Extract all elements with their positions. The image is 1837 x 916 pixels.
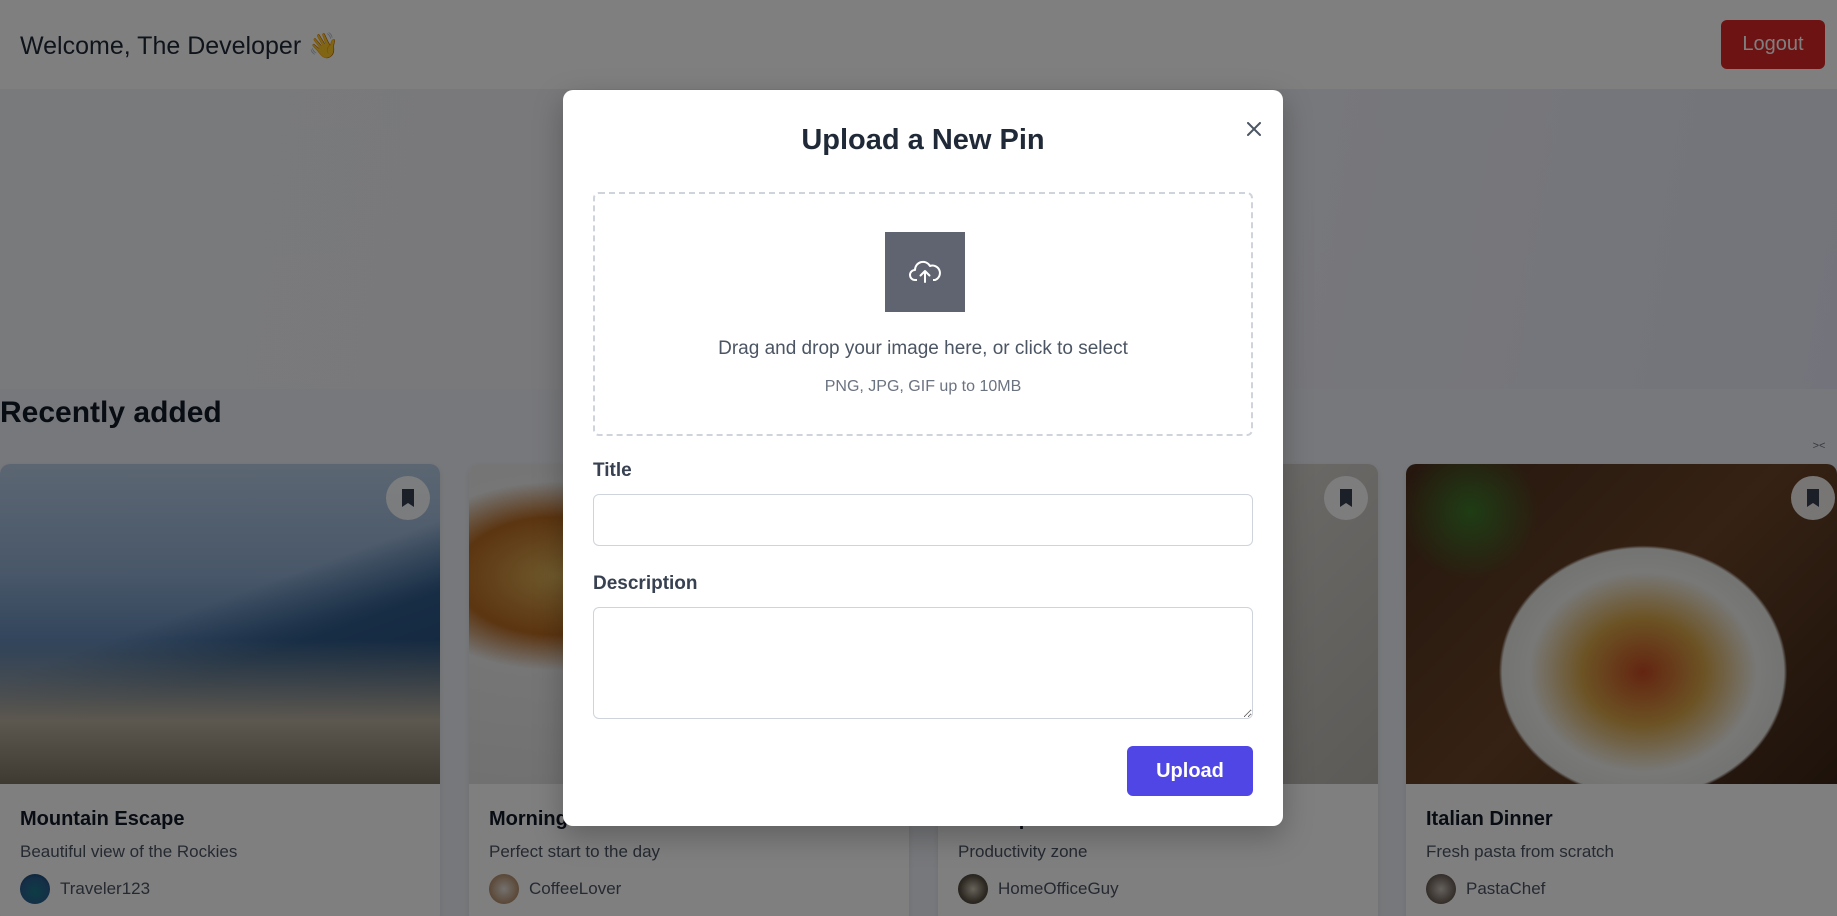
cloud-upload-icon: [909, 260, 941, 283]
image-dropzone[interactable]: Drag and drop your image here, or click …: [593, 192, 1253, 436]
upload-pin-modal: Upload a New Pin Drag and drop your imag…: [563, 90, 1283, 826]
dropzone-instructions: Drag and drop your image here, or click …: [718, 338, 1128, 359]
dropzone-file-hint: PNG, JPG, GIF up to 10MB: [824, 378, 1022, 395]
modal-title: Upload a New Pin: [801, 124, 1045, 156]
close-modal-button[interactable]: [1241, 116, 1267, 142]
description-label: Description: [593, 573, 698, 594]
title-input[interactable]: [593, 494, 1253, 546]
description-input[interactable]: [593, 607, 1253, 719]
upload-button[interactable]: Upload: [1127, 746, 1253, 796]
close-icon: [1247, 122, 1261, 136]
upload-icon-box: [885, 232, 965, 312]
title-label: Title: [593, 460, 632, 481]
